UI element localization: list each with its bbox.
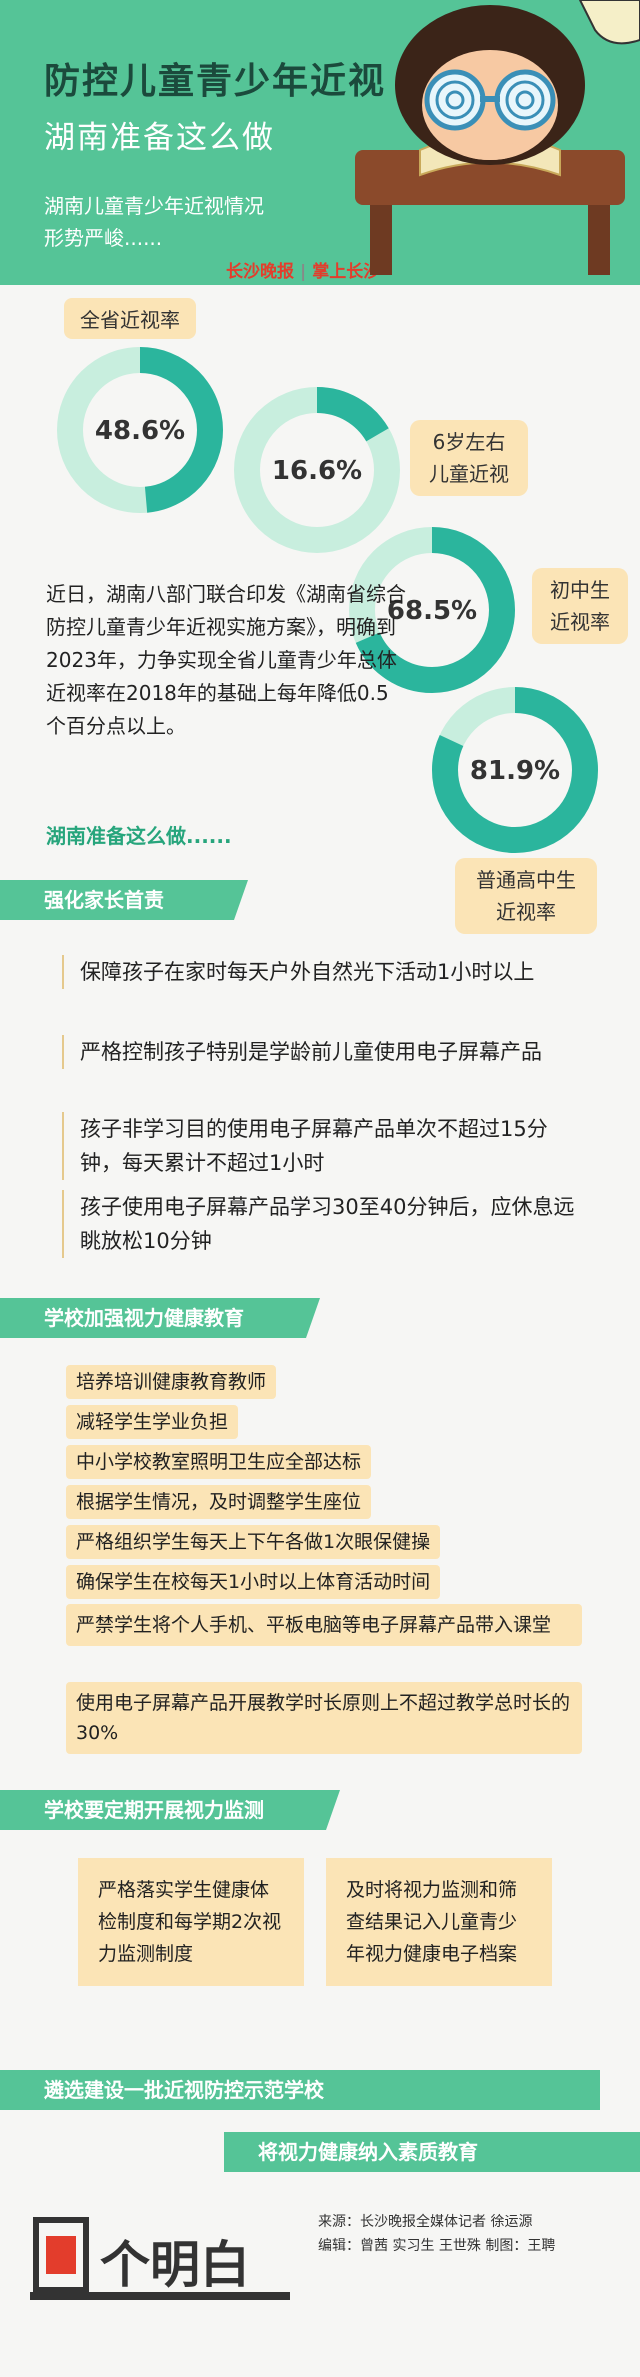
duty-item-4: 孩子使用电子屏幕产品学习30至40分钟后，应休息远眺放松10分钟 — [62, 1190, 582, 1258]
school-item-2: 减轻学生学业负担 — [66, 1405, 239, 1439]
header-description: 湖南儿童青少年近视情况 形势严峻...... — [44, 190, 324, 254]
infographic-page: 防控儿童青少年近视 湖南准备这么做 湖南儿童青少年近视情况 形势严峻......… — [0, 0, 640, 2377]
credit-editors: 编辑：曾茜 实习生 王世殊 制图：王聘 — [318, 2238, 556, 2254]
callout-6yo: 6岁左右 儿童近视 — [410, 420, 528, 496]
section-vision-monitoring-banner: 学校要定期开展视力监测 — [0, 1790, 340, 1830]
duty-item-1: 保障孩子在家时每天户外自然光下活动1小时以上 — [62, 955, 582, 989]
ring-chart-81: 81.9% — [432, 687, 598, 853]
ring-value-48: 48.6% — [95, 416, 185, 446]
page-title: 防控儿童青少年近视 — [44, 61, 387, 102]
school-item-7: 严禁学生将个人手机、平板电脑等电子屏幕产品带入课堂 — [66, 1604, 582, 1646]
callout-6yo-line2: 儿童近视 — [429, 462, 509, 486]
monitoring-box-right: 及时将视力监测和筛查结果记入儿童青少年视力健康电子档案 — [326, 1858, 552, 1986]
logo-text: 个明白 — [100, 2236, 250, 2294]
girl-reading-illustration — [355, 0, 640, 275]
section-parents-banner: 强化家长首责 — [0, 880, 248, 920]
header-desc-line2: 形势严峻...... — [44, 226, 163, 250]
prep-label: 湖南准备这么做...... — [46, 824, 232, 848]
footer-logo: 个明白 — [30, 2210, 290, 2310]
section-school-education-banner: 学校加强视力健康教育 — [0, 1298, 320, 1338]
header-banner: 防控儿童青少年近视 湖南准备这么做 湖南儿童青少年近视情况 形势严峻......… — [0, 0, 640, 285]
ring-chart-48: 48.6% — [57, 347, 223, 513]
quality-education-band: 将视力健康纳入素质教育 — [224, 2132, 640, 2172]
school-item-8: 使用电子屏幕产品开展教学时长原则上不超过教学总时长的30% — [66, 1682, 582, 1754]
callout-junior-line1: 初中生 — [550, 578, 610, 602]
brand-changsha-evening-news: 长沙晚报 — [226, 262, 294, 282]
callout-senior-high: 普通高中生 近视率 — [455, 858, 597, 934]
overall-myopia-label: 全省近视率 — [64, 298, 196, 339]
school-item-1: 培养培训健康教育教师 — [66, 1365, 277, 1399]
ring-value-81: 81.9% — [470, 756, 560, 786]
credit-source: 来源：长沙晚报全媒体记者 徐运源 — [318, 2214, 533, 2230]
logo-mark-icon: 个明白 — [30, 2217, 290, 2300]
callout-senior-line2: 近视率 — [496, 900, 556, 924]
duty-item-3: 孩子非学习目的使用电子屏幕产品单次不超过15分钟，每天累计不超过1小时 — [62, 1112, 582, 1180]
school-item-5: 严格组织学生每天上下午各做1次眼保健操 — [66, 1525, 441, 1559]
callout-junior-line2: 近视率 — [550, 610, 610, 634]
demo-schools-band: 遴选建设一批近视防控示范学校 — [0, 2070, 600, 2110]
school-item-6: 确保学生在校每天1小时以上体育活动时间 — [66, 1565, 441, 1599]
ring-value-16: 16.6% — [272, 456, 362, 486]
monitoring-box-left: 严格落实学生健康体检制度和每学期2次视力监测制度 — [78, 1858, 304, 1986]
school-item-3: 中小学校教室照明卫生应全部达标 — [66, 1445, 372, 1479]
header-desc-line1: 湖南儿童青少年近视情况 — [44, 194, 264, 218]
callout-6yo-line1: 6岁左右 — [432, 430, 506, 454]
intro-paragraph: 近日，湖南八部门联合印发《湖南省综合防控儿童青少年近视实施方案》，明确到2023… — [46, 582, 406, 738]
page-subtitle: 湖南准备这么做 — [44, 120, 275, 156]
footer-credits: 来源：长沙晚报全媒体记者 徐运源 编辑：曾茜 实习生 王世殊 制图：王聘 — [318, 2210, 638, 2258]
callout-senior-line1: 普通高中生 — [476, 868, 576, 892]
callout-junior-high: 初中生 近视率 — [532, 568, 628, 644]
school-item-4: 根据学生情况，及时调整学生座位 — [66, 1485, 372, 1519]
duty-item-2: 严格控制孩子特别是学龄前儿童使用电子屏幕产品 — [62, 1035, 582, 1069]
